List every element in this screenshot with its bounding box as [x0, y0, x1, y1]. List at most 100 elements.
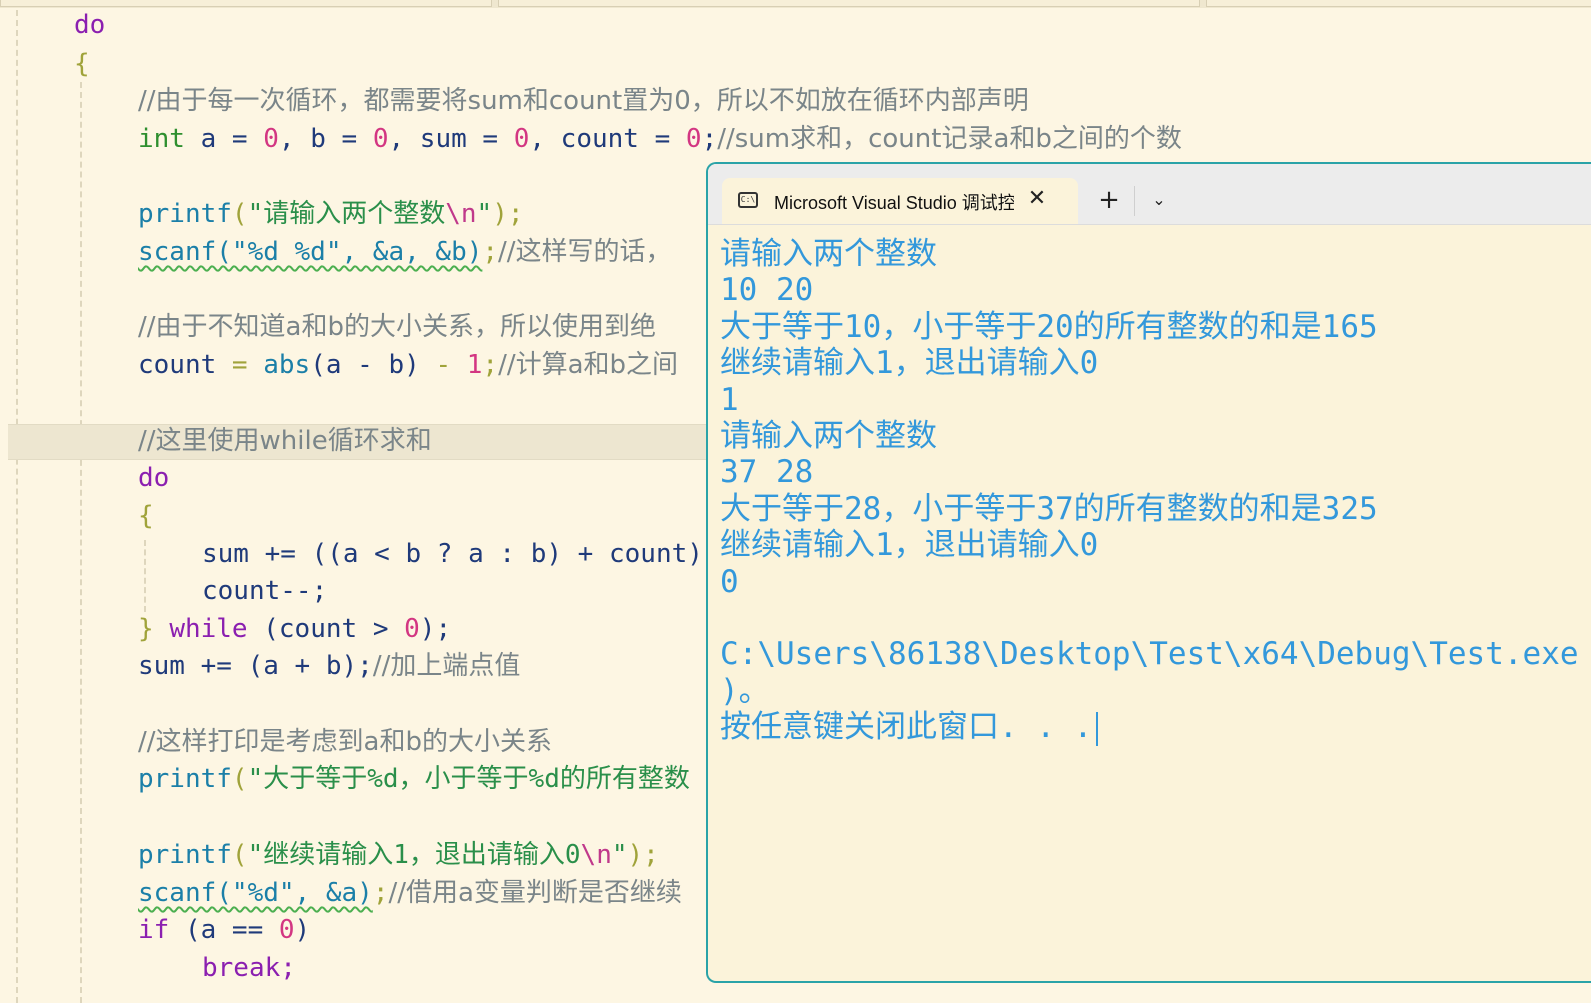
string-literal: " — [476, 199, 493, 229]
code-line: do — [138, 463, 169, 493]
number-literal: 0 — [372, 124, 389, 154]
terminal-tab-title: Microsoft Visual Studio 调试控制台 — [774, 193, 1014, 213]
code-line: int a = 0, b = 0, sum = 0, count = 0;//s… — [138, 124, 1182, 154]
string-literal: "请输入两个整数 — [247, 199, 446, 229]
code-line: count = abs(a - b) - 1;//计算a和b之间 — [138, 350, 678, 380]
indent-guide — [144, 540, 146, 612]
new-tab-button[interactable]: + — [1092, 182, 1126, 218]
text-cursor — [1096, 711, 1099, 746]
brace: { — [74, 49, 90, 79]
code-text: , sum = — [388, 124, 514, 154]
editor-tab[interactable] — [498, 0, 1200, 7]
code-line: count--; — [202, 576, 327, 606]
code-line: printf("请输入两个整数\n"); — [138, 199, 524, 229]
number-literal: 0 — [685, 124, 702, 154]
function-name: abs — [263, 350, 311, 380]
code-text: ); — [627, 840, 659, 870]
keyword: if — [138, 915, 170, 945]
escape-sequence: \n — [445, 199, 477, 229]
number-literal: 0 — [513, 124, 530, 154]
terminal-tab[interactable]: C:\ Microsoft Visual Studio 调试控制台 ✕ — [722, 178, 1078, 224]
function-name: printf — [138, 199, 232, 229]
code-text: (count > — [247, 614, 405, 644]
console-line: 继续请输入1，退出请输入0 — [720, 345, 1099, 382]
number-literal: 1 — [466, 350, 483, 380]
code-line: if (a == 0) — [138, 915, 310, 945]
code-line: } while (count > 0); — [138, 614, 451, 644]
editor-tab[interactable] — [0, 0, 492, 7]
code-comment: //计算a和b之间 — [498, 350, 679, 380]
code-line: //这里使用while循环求和 — [138, 426, 432, 456]
code-line: printf("继续请输入1，退出请输入0\n"); — [138, 840, 659, 870]
console-line: )。 — [720, 672, 770, 709]
code-comment: //sum求和，count记录a和b之间的个数 — [717, 124, 1182, 154]
console-line: 继续请输入1，退出请输入0 — [720, 527, 1099, 564]
brace: { — [138, 501, 154, 531]
escape-sequence: \n — [580, 840, 612, 870]
console-line: 请输入两个整数 — [720, 417, 937, 454]
console-line: C:\Users\86138\Desktop\Test\x64\Debug\Te… — [720, 636, 1579, 673]
code-line: do — [74, 10, 105, 40]
number-literal: 0 — [404, 614, 420, 644]
code-line: scanf("%d %d", &a, &b);//这样写的话， — [138, 237, 672, 267]
code-comment: //由于每一次循环，都需要将sum和count置为0，所以不如放在循环内部声明 — [138, 86, 1029, 116]
console-line: 1 — [720, 381, 739, 418]
editor-tab-strip — [0, 0, 1591, 8]
console-line: 大于等于10，小于等于20的所有整数的和是165 — [720, 308, 1378, 345]
chevron-down-icon[interactable]: ⌄ — [1142, 182, 1176, 218]
code-comment: //这样打印是考虑到a和b的大小关系 — [138, 727, 552, 757]
console-line: 按任意键关闭此窗口. . . — [720, 709, 1590, 746]
code-comment: //这样写的话， — [498, 237, 672, 267]
keyword: do — [74, 10, 106, 40]
keyword: while — [169, 614, 248, 644]
debug-console-window[interactable]: C:\ Microsoft Visual Studio 调试控制台 ✕ + ⌄ … — [706, 162, 1591, 983]
console-line: 请输入两个整数 — [720, 236, 937, 272]
code-text: count--; — [202, 576, 328, 606]
code-text: ); — [492, 199, 524, 229]
operator: - — [419, 350, 467, 380]
code-text: sum += ((a < b ? a : b) + count) — [202, 539, 703, 569]
code-text: ; — [482, 237, 499, 267]
code-line: { — [74, 49, 90, 79]
code-text: ); — [419, 614, 452, 644]
console-output[interactable]: 请输入两个整数 10 20 大于等于10，小于等于20的所有整数的和是165 继续请输… — [720, 236, 1590, 746]
keyword: do — [138, 463, 170, 493]
type-keyword: int — [138, 124, 185, 154]
code-line: printf("大于等于%d，小于等于%d的所有整数 — [138, 764, 690, 794]
indent-guide — [16, 10, 18, 1003]
keyword: break; — [202, 953, 296, 983]
warning-squiggle-call[interactable]: scanf("%d", &a) — [138, 878, 373, 908]
code-comment: //这里使用while循环求和 — [138, 426, 432, 456]
code-line: scanf("%d", &a);//借用a变量判断是否继续 — [138, 878, 682, 908]
code-text: ; — [701, 124, 718, 154]
console-icon: C:\ — [738, 192, 758, 208]
console-line: 大于等于28，小于等于37的所有整数的和是325 — [720, 490, 1378, 527]
editor-tab[interactable] — [1206, 0, 1591, 7]
console-line: 10 20 — [720, 272, 814, 309]
code-text: ( — [231, 764, 248, 794]
code-text: a = — [184, 124, 264, 154]
close-tab-icon[interactable]: ✕ — [1022, 184, 1052, 214]
code-text: ; — [372, 878, 389, 908]
code-text: sum += (a + b); — [138, 651, 373, 681]
code-comment: //借用a变量判断是否继续 — [388, 878, 682, 908]
number-literal: 0 — [278, 915, 295, 945]
console-line: 37 28 — [720, 454, 814, 491]
operator: = — [216, 350, 264, 380]
string-literal: "继续请输入1，退出请输入0 — [247, 840, 581, 870]
console-line: 0 — [720, 563, 739, 600]
brace: } — [138, 614, 170, 644]
code-text: ( — [231, 840, 248, 870]
code-line: sum += ((a < b ? a : b) + count) — [202, 539, 703, 569]
code-line: //由于不知道a和b的大小关系，所以使用到绝 — [138, 312, 656, 342]
string-literal: " — [611, 840, 628, 870]
warning-squiggle-call[interactable]: scanf("%d %d", &a, &b) — [138, 237, 482, 267]
code-line: break; — [202, 953, 296, 983]
indent-guide — [80, 82, 82, 1003]
code-line: //这样打印是考虑到a和b的大小关系 — [138, 727, 552, 757]
code-text: (a == — [169, 915, 279, 945]
code-line: { — [138, 501, 154, 531]
terminal-titlebar[interactable]: C:\ Microsoft Visual Studio 调试控制台 ✕ + ⌄ — [708, 164, 1591, 225]
code-text: , count = — [529, 124, 686, 154]
